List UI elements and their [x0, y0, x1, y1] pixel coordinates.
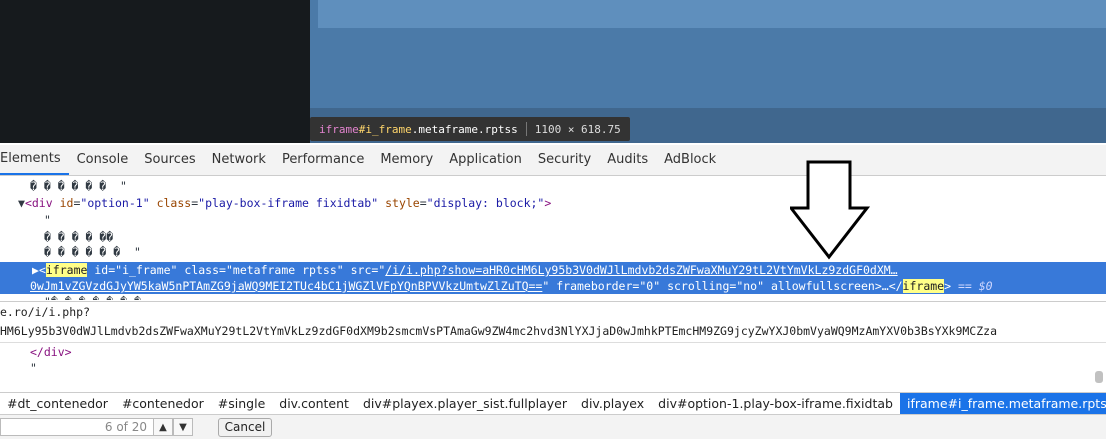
- tab-application[interactable]: Application: [441, 145, 530, 175]
- breadcrumb-item[interactable]: div.content: [272, 393, 356, 415]
- dom-tree-panel[interactable]: � � � � � � " ▼<div id="option-1" class=…: [0, 176, 1106, 300]
- dom-text-node[interactable]: ": [44, 212, 51, 228]
- dom-text-node[interactable]: ": [30, 360, 37, 376]
- video-top-strip: [318, 0, 1106, 28]
- dom-text-node[interactable]: "� � � � � � �: [44, 294, 141, 300]
- tab-performance[interactable]: Performance: [274, 145, 372, 175]
- breadcrumb-item[interactable]: div.playex: [574, 393, 651, 415]
- dom-text-node[interactable]: � � � � � � ": [44, 244, 141, 260]
- breadcrumb-item[interactable]: #dt_contenedor: [0, 393, 115, 415]
- tooltip-size: 1100 × 618.75: [534, 122, 621, 136]
- iframe-src-link-cont[interactable]: 0wJm1vZGVzdGJyYW5kaW5nPTAmZG9jaWQ9MEI2TU…: [30, 279, 542, 293]
- dom-text-node[interactable]: � � � � � � ": [30, 178, 127, 194]
- breadcrumb-item-active[interactable]: iframe#i_frame.metaframe.rptss: [899, 393, 1106, 415]
- dom-selected-iframe-node-cont[interactable]: 0wJm1vZGVzdGJyYW5kaW5nPTAmZG9jaWQ9MEI2TU…: [0, 278, 1106, 294]
- tab-sources[interactable]: Sources: [136, 145, 203, 175]
- dom-selected-iframe-node[interactable]: ▶<iframe id="i_frame" class="metaframe r…: [0, 262, 1106, 278]
- tab-network[interactable]: Network: [204, 145, 274, 175]
- selected-marker: == $0: [957, 279, 993, 293]
- tab-console[interactable]: Console: [69, 145, 137, 175]
- tooltip-id: #i_frame: [358, 122, 412, 136]
- tooltip-tag: iframe: [319, 122, 359, 136]
- tab-memory[interactable]: Memory: [372, 145, 441, 175]
- tab-adblock[interactable]: AdBlock: [656, 145, 724, 175]
- cancel-button[interactable]: Cancel: [218, 418, 272, 437]
- dom-tree-scrollbar[interactable]: [1094, 176, 1104, 390]
- dom-div-node[interactable]: ▼<div id="option-1" class="play-box-ifra…: [18, 195, 551, 211]
- breadcrumb-item[interactable]: div#playex.player_sist.fullplayer: [356, 393, 574, 415]
- breadcrumb-item[interactable]: #contenedor: [115, 393, 211, 415]
- breadcrumb: #dt_contenedor #contenedor #single div.c…: [0, 392, 1106, 415]
- search-bar: 6 of 20 ▲ ▼ Cancel: [0, 414, 1106, 439]
- dom-tree-panel-lower[interactable]: </div> ": [0, 342, 1106, 390]
- url-hover-tooltip: e.ro/i/i.php? HM6Ly95b3V0dWJlLmdvb2dsZWF…: [0, 301, 1106, 343]
- tooltip-classes: .metaframe.rptss: [411, 122, 518, 136]
- devtools-tab-bar: Elements Console Sources Network Perform…: [0, 145, 1106, 176]
- arrow-down-icon: [790, 160, 870, 260]
- breadcrumb-item[interactable]: #single: [211, 393, 272, 415]
- dom-text-node[interactable]: � � � � ��: [44, 229, 113, 245]
- tab-audits[interactable]: Audits: [599, 145, 656, 175]
- search-prev-button[interactable]: ▲: [153, 418, 173, 436]
- breadcrumb-item[interactable]: div#option-1.play-box-iframe.fixidtab: [651, 393, 900, 415]
- search-input[interactable]: 6 of 20: [0, 418, 170, 436]
- tooltip-divider: [525, 122, 527, 136]
- element-inspector-tooltip: iframe #i_frame .metaframe.rptss 1100 × 61…: [310, 117, 630, 141]
- iframe-src-link[interactable]: /i/i.php?show=aHR0cHM6Ly95b3V0dWJlLmdvb2…: [385, 263, 897, 277]
- tab-elements[interactable]: Elements: [0, 145, 69, 175]
- expand-triangle-icon[interactable]: ▼: [18, 196, 25, 210]
- tab-security[interactable]: Security: [530, 145, 599, 175]
- url-tooltip-line2: HM6Ly95b3V0dWJlLmdvb2dsZWFwaXMuY29tL2VtY…: [0, 324, 997, 338]
- expand-triangle-right-icon[interactable]: ▶: [0, 263, 39, 277]
- dom-close-div[interactable]: </div>: [30, 344, 72, 360]
- url-tooltip-line1: e.ro/i/i.php?: [0, 305, 91, 319]
- scrollbar-thumb[interactable]: [1095, 371, 1103, 383]
- search-next-button[interactable]: ▼: [173, 418, 193, 436]
